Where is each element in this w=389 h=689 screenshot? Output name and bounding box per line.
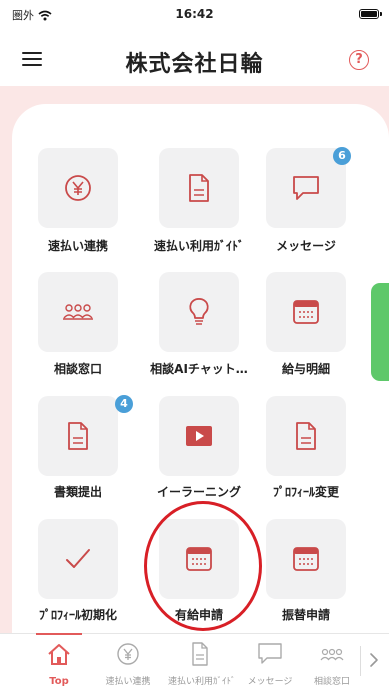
menu-label-6: 書類提出 — [53, 485, 102, 499]
message-badge: 6 — [333, 147, 351, 165]
menu-label-7: イーラーニング — [156, 485, 241, 499]
calendar-icon — [293, 547, 319, 571]
document-icon — [296, 422, 316, 450]
calendar-icon — [186, 547, 212, 571]
menu-tile-5[interactable] — [266, 272, 346, 352]
bottom-nav: Top 速払い連携 速払い利用ｶﾞｲﾄﾞ メッセージ 相談窓口 — [0, 633, 389, 689]
nav-item-message[interactable]: メッセージ — [238, 642, 302, 688]
document-icon — [189, 174, 209, 202]
people-icon — [63, 304, 93, 320]
menu-tile-9[interactable] — [38, 519, 118, 599]
documents-badge: 4 — [115, 395, 133, 413]
menu-label-9: ﾌﾟﾛﾌｨｰﾙ初期化 — [38, 608, 117, 622]
menu-label-5: 給与明細 — [281, 362, 330, 376]
nav-label-consult: 相談窓口 — [313, 677, 350, 687]
menu-tile-7[interactable] — [159, 396, 239, 476]
menu-label-4: 相談AIチャット… — [150, 362, 248, 376]
calendar-icon — [293, 300, 319, 324]
menu-tile-10[interactable] — [159, 519, 239, 599]
menu-tile-3[interactable] — [38, 272, 118, 352]
menu-label-8: ﾌﾟﾛﾌｨｰﾙ変更 — [272, 485, 339, 499]
document-icon — [68, 422, 88, 450]
menu-tile-11[interactable] — [266, 519, 346, 599]
chevron-right-icon[interactable] — [368, 651, 380, 669]
home-icon — [48, 644, 70, 665]
help-button[interactable]: ? — [349, 50, 369, 70]
checkmark-icon — [66, 549, 90, 568]
yen-circle-icon — [117, 643, 139, 665]
menu-label-11: 振替申請 — [281, 608, 330, 622]
nav-item-top[interactable]: Top — [27, 642, 91, 688]
menu-label-3: 相談窓口 — [53, 362, 102, 376]
menu-label-1: 速払い利用ｶﾞｲﾄﾞ — [153, 239, 244, 253]
status-time: 16:42 — [175, 7, 214, 21]
document-icon — [192, 642, 208, 666]
nav-item-guide[interactable]: 速払い利用ｶﾞｲﾄﾞ — [168, 642, 236, 688]
menu-tile-4[interactable] — [159, 272, 239, 352]
app-screen: 圏外 16:42 株式会社日輪 ? 速払い連携 速払い利用ｶﾞｲﾄﾞ 6 メッセ… — [0, 0, 389, 689]
nav-label-hayabarai: 速払い連携 — [105, 677, 151, 687]
page-title: 株式会社日輪 — [125, 52, 264, 77]
menu-label-2: メッセージ — [276, 239, 336, 253]
chat-bubble-icon — [258, 643, 282, 664]
nav-active-indicator — [36, 633, 82, 635]
menu-tile-0[interactable] — [38, 148, 118, 228]
play-video-icon — [186, 426, 212, 446]
lightbulb-icon — [189, 298, 209, 325]
menu-label-10: 有給申請 — [174, 608, 223, 622]
people-icon — [320, 648, 344, 661]
nav-label-guide: 速払い利用ｶﾞｲﾄﾞ — [168, 677, 236, 687]
menu-label-0: 速払い連携 — [47, 239, 108, 253]
menu-tile-6[interactable] — [38, 396, 118, 476]
menu-tile-8[interactable] — [266, 396, 346, 476]
menu-tile-1[interactable] — [159, 148, 239, 228]
chat-bubble-icon — [293, 176, 319, 200]
nav-item-consult[interactable]: 相談窓口 — [300, 642, 364, 688]
nav-item-hayabarai[interactable]: 速払い連携 — [96, 642, 160, 688]
nav-divider — [360, 646, 361, 676]
app-header: 株式会社日輪 ? — [0, 34, 389, 86]
battery-icon — [359, 9, 382, 19]
status-bar: 圏外 16:42 — [0, 0, 389, 34]
yen-circle-icon — [65, 175, 91, 201]
side-drawer-handle[interactable] — [371, 283, 389, 381]
nav-label-message: メッセージ — [247, 677, 293, 687]
nav-label-top: Top — [49, 676, 69, 687]
